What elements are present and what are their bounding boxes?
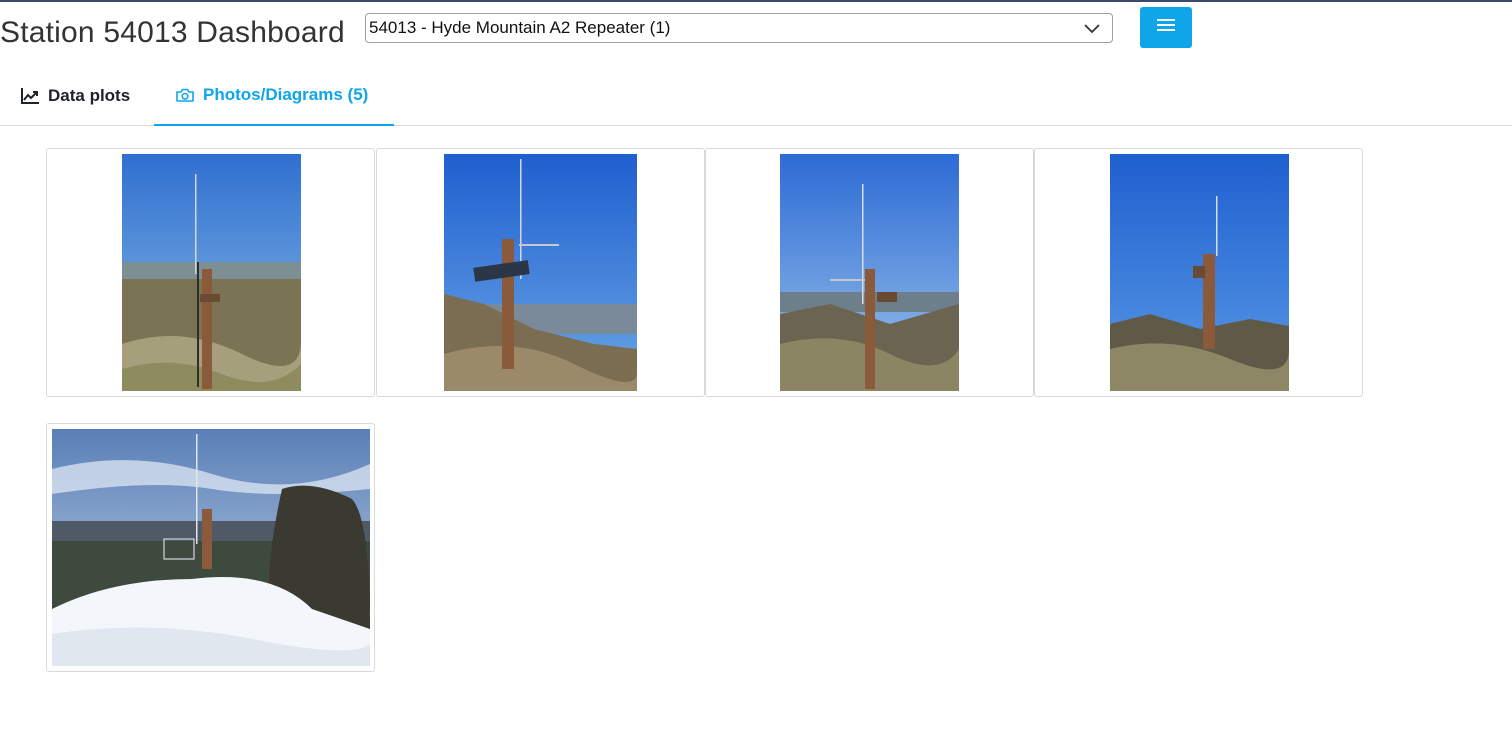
station-photo-5 <box>52 429 370 666</box>
station-photo-4 <box>1110 154 1289 391</box>
tab-photos-diagrams-label: Photos/Diagrams (5) <box>203 85 369 104</box>
tab-bar: Data plots Photos/Diagrams (5) <box>0 66 1512 126</box>
tab-data-plots-label: Data plots <box>48 85 131 105</box>
photo-card[interactable] <box>705 148 1034 397</box>
line-chart-icon <box>20 86 40 106</box>
hamburger-menu-icon <box>1156 18 1176 37</box>
tab-photos-diagrams[interactable]: Photos/Diagrams (5) <box>154 66 394 126</box>
photo-card[interactable] <box>46 148 375 397</box>
station-photo-1 <box>122 154 301 391</box>
station-select-value: 54013 - Hyde Mountain A2 Repeater (1) <box>369 18 671 37</box>
top-border <box>0 0 1512 2</box>
page-title: Station 54013 Dashboard <box>0 16 345 49</box>
station-select[interactable]: 54013 - Hyde Mountain A2 Repeater (1) <box>365 13 1113 43</box>
camera-icon <box>175 85 195 105</box>
menu-button[interactable] <box>1140 7 1192 48</box>
photo-card[interactable] <box>46 423 375 672</box>
photo-card[interactable] <box>1034 148 1363 397</box>
chevron-down-icon <box>1072 13 1112 43</box>
photo-card[interactable] <box>376 148 705 397</box>
tab-data-plots[interactable]: Data plots <box>20 66 130 125</box>
station-photo-2 <box>444 154 637 391</box>
station-photo-3 <box>780 154 959 391</box>
